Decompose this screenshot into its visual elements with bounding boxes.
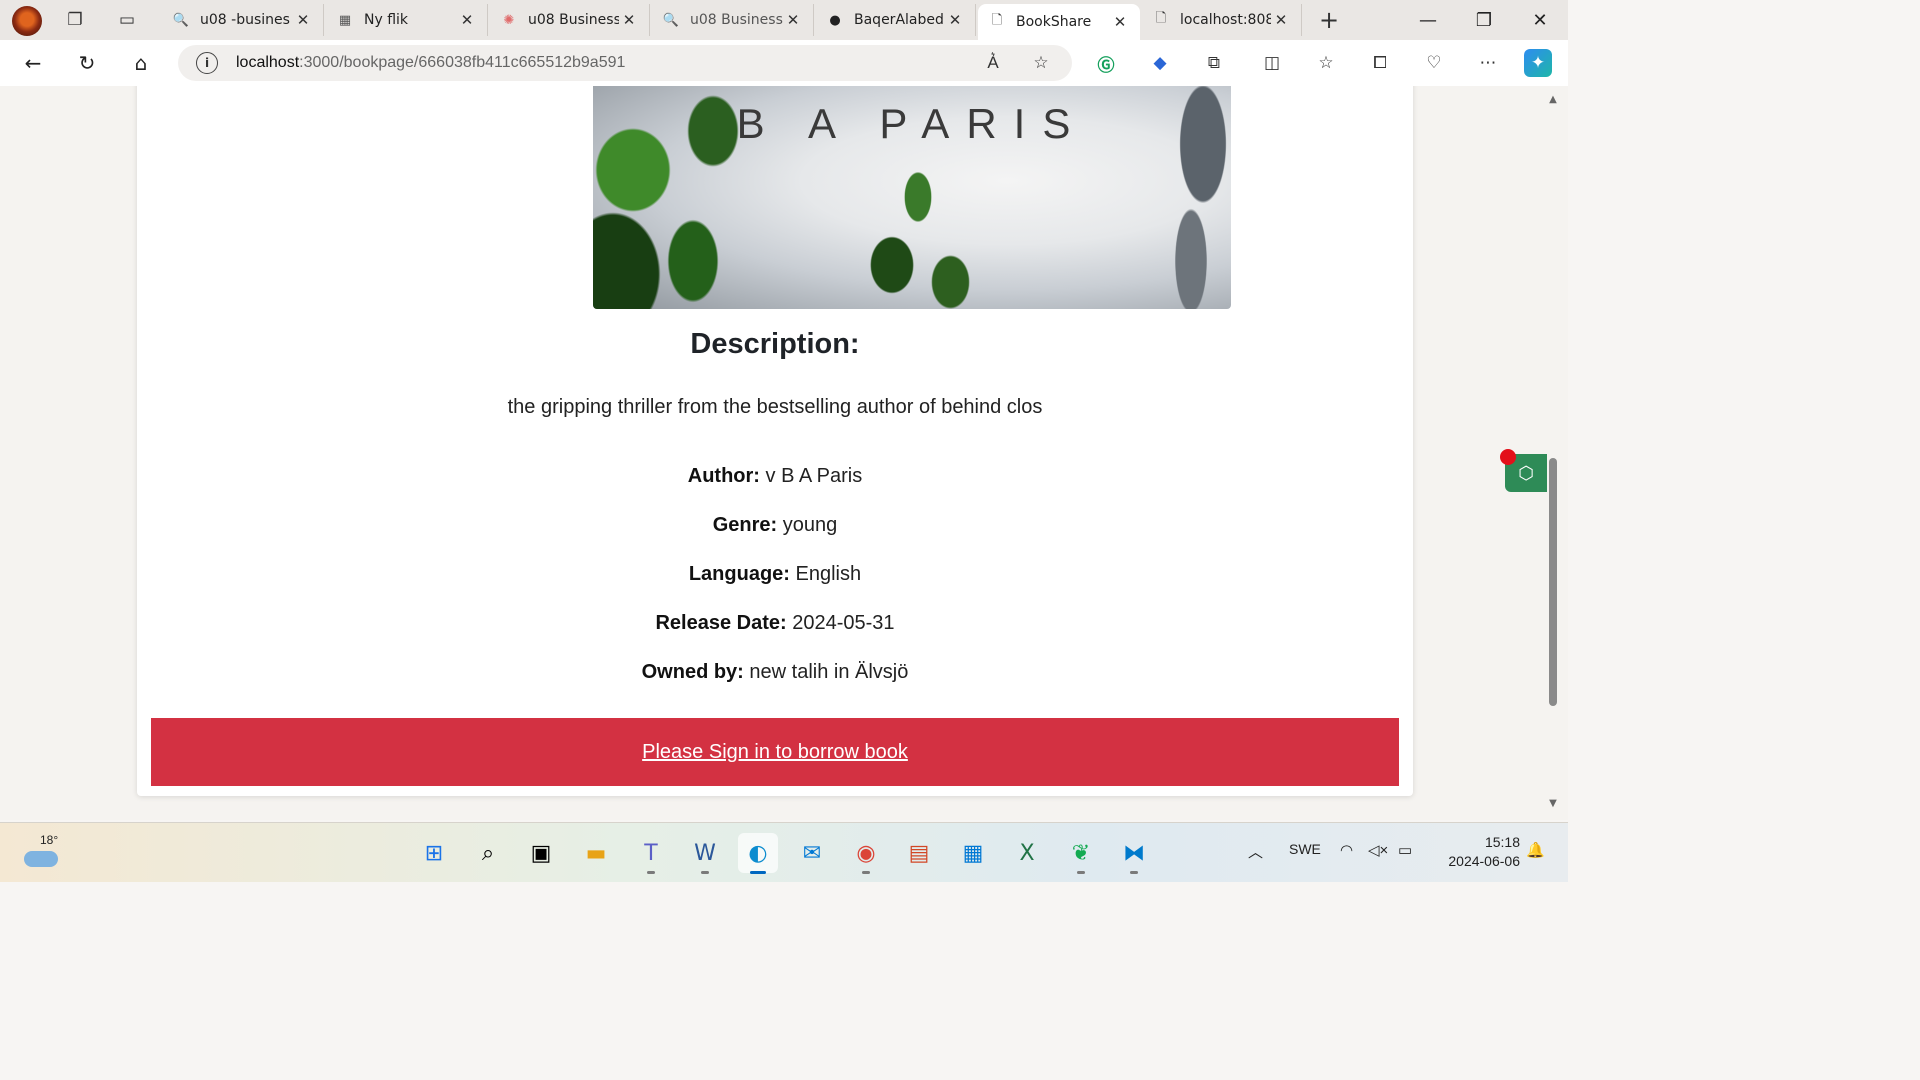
close-tab-icon[interactable]: ✕ bbox=[1271, 11, 1291, 29]
powerpoint-icon[interactable]: ▤ bbox=[899, 833, 939, 873]
github-icon: ● bbox=[829, 12, 841, 28]
extension-hat-icon[interactable]: ◆ bbox=[1146, 49, 1174, 77]
back-icon[interactable]: ← bbox=[16, 47, 50, 79]
new-tab-icon: ▦ bbox=[338, 12, 352, 28]
tab-localhost[interactable]: 🗋 localhost:808 ✕ bbox=[1142, 4, 1302, 36]
chrome-icon[interactable]: ◉ bbox=[846, 833, 886, 874]
genre-row: Genre: young bbox=[712, 514, 838, 536]
close-tab-icon[interactable]: ✕ bbox=[457, 11, 477, 29]
copilot-icon[interactable]: ✦ bbox=[1524, 49, 1552, 77]
mail-icon[interactable]: ✉ bbox=[792, 833, 832, 873]
cloud-icon bbox=[24, 851, 58, 867]
scroll-up-arrow[interactable]: ▲ bbox=[1546, 94, 1560, 108]
restore-icon[interactable]: ❐ bbox=[1456, 0, 1512, 40]
page-viewport: B A PARIS Description: the gripping thri… bbox=[0, 86, 1568, 820]
read-aloud-icon[interactable]: A͛ bbox=[980, 51, 1006, 75]
word-icon[interactable]: W bbox=[685, 833, 725, 874]
new-tab-button[interactable]: + bbox=[1312, 4, 1346, 36]
close-tab-icon[interactable]: ✕ bbox=[619, 11, 639, 29]
more-menu-icon[interactable]: ⋯ bbox=[1474, 49, 1502, 77]
search-icon: 🔍 bbox=[172, 12, 190, 28]
store-icon[interactable]: ▦ bbox=[953, 833, 993, 873]
collections-icon[interactable]: ⧠ bbox=[1366, 49, 1394, 77]
description-heading: Description: bbox=[690, 328, 860, 360]
site-info-icon[interactable]: i bbox=[196, 52, 218, 74]
workspaces-icon[interactable]: ❐ bbox=[58, 4, 92, 36]
scrollbar-thumb[interactable] bbox=[1549, 458, 1557, 706]
vertical-tabs-icon[interactable]: ▭ bbox=[110, 4, 144, 36]
notifications-icon[interactable]: 🔔 bbox=[1526, 841, 1545, 859]
browser-essentials-icon[interactable]: ♡ bbox=[1420, 49, 1448, 77]
scroll-down-arrow[interactable]: ▼ bbox=[1546, 798, 1560, 812]
description-text: the gripping thriller from the bestselli… bbox=[507, 396, 1043, 418]
battery-icon[interactable]: ▭ bbox=[1398, 841, 1412, 859]
language-row: Language: English bbox=[688, 563, 862, 585]
grammarly-icon[interactable]: Ⓖ bbox=[1092, 49, 1120, 77]
teams-icon[interactable]: T bbox=[631, 833, 671, 874]
task-view-icon[interactable]: ▣ bbox=[521, 833, 561, 873]
minimize-icon[interactable]: — bbox=[1400, 0, 1456, 40]
refresh-icon[interactable]: ↻ bbox=[70, 47, 104, 79]
home-icon[interactable]: ⌂ bbox=[124, 47, 158, 79]
weather-widget[interactable]: 18° bbox=[22, 833, 62, 873]
owned-by-row: Owned by: new talih in Älvsjö bbox=[641, 661, 909, 683]
mongodb-icon[interactable]: ❦ bbox=[1061, 833, 1101, 874]
tab-bookshare[interactable]: 🗋 BookShare ✕ bbox=[978, 4, 1140, 40]
edge-icon[interactable]: ◐ bbox=[738, 833, 778, 874]
book-card: B A PARIS Description: the gripping thri… bbox=[137, 86, 1413, 796]
browser-toolbar: ← ↻ ⌂ i localhost:3000/bookpage/666038fb… bbox=[0, 40, 1568, 86]
excel-icon[interactable]: X bbox=[1007, 833, 1047, 873]
favorite-star-icon[interactable]: ☆ bbox=[1028, 51, 1054, 75]
start-icon[interactable]: ⊞ bbox=[414, 833, 454, 873]
release-date-row: Release Date: 2024-05-31 bbox=[655, 612, 895, 634]
input-language[interactable]: SWE bbox=[1289, 841, 1321, 857]
loading-icon: ✺ bbox=[503, 12, 515, 28]
tab-u08-business-1[interactable]: 🔍 u08 -busines ✕ bbox=[162, 4, 324, 36]
page-icon: 🗋 bbox=[1155, 11, 1167, 26]
tab-u08-business-3[interactable]: 🔍 u08 Business ✕ bbox=[652, 4, 814, 36]
tab-github[interactable]: ● BaqerAlabed ✕ bbox=[816, 4, 976, 36]
close-tab-icon[interactable]: ✕ bbox=[945, 11, 965, 29]
windows-taskbar: 18° ⊞ ⌕ ▣ ▬ T W ◐ ✉ ◉ ▤ ▦ X ❦ ⧓ ︿ SWE ◠ … bbox=[0, 822, 1568, 882]
split-screen-icon[interactable]: ◫ bbox=[1258, 49, 1286, 77]
volume-muted-icon[interactable]: ◁× bbox=[1368, 841, 1388, 859]
tab-u08-business-2[interactable]: ✺ u08 Business ✕ bbox=[490, 4, 650, 36]
tray-chevron-icon[interactable]: ︿ bbox=[1248, 841, 1263, 862]
extensions-icon[interactable]: ⧉ bbox=[1200, 49, 1228, 77]
page-icon: 🗋 bbox=[991, 13, 1003, 28]
cover-author-text: B A PARIS bbox=[736, 100, 1088, 147]
file-explorer-icon[interactable]: ▬ bbox=[576, 833, 616, 873]
search-icon: 🔍 bbox=[662, 12, 680, 28]
favorites-icon[interactable]: ☆ bbox=[1312, 49, 1340, 77]
sign-in-to-borrow-link[interactable]: Please Sign in to borrow book bbox=[642, 741, 908, 764]
close-tab-icon[interactable]: ✕ bbox=[293, 11, 313, 29]
tab-strip: ❐ ▭ 🔍 u08 -busines ✕ ▦ Ny flik ✕ ✺ u08 B… bbox=[0, 0, 1568, 40]
close-window-icon[interactable]: ✕ bbox=[1512, 0, 1568, 40]
profile-avatar[interactable] bbox=[12, 6, 42, 36]
close-tab-icon[interactable]: ✕ bbox=[1110, 13, 1130, 31]
url-text[interactable]: localhost:3000/bookpage/666038fb411c6655… bbox=[236, 54, 625, 72]
clock[interactable]: 15:18 2024-06-06 bbox=[1430, 833, 1520, 871]
author-row: Author: v B A Paris bbox=[687, 465, 863, 487]
tab-new-tab[interactable]: ▦ Ny flik ✕ bbox=[326, 4, 488, 36]
book-cover-image: B A PARIS bbox=[593, 86, 1231, 309]
search-icon[interactable]: ⌕ bbox=[468, 833, 508, 873]
wifi-icon[interactable]: ◠ bbox=[1340, 841, 1353, 859]
borrow-banner: Please Sign in to borrow book bbox=[151, 718, 1399, 786]
vscode-icon[interactable]: ⧓ bbox=[1114, 833, 1154, 874]
close-tab-icon[interactable]: ✕ bbox=[783, 11, 803, 29]
notification-dot bbox=[1500, 449, 1516, 465]
address-bar[interactable]: i localhost:3000/bookpage/666038fb411c66… bbox=[178, 45, 1072, 81]
